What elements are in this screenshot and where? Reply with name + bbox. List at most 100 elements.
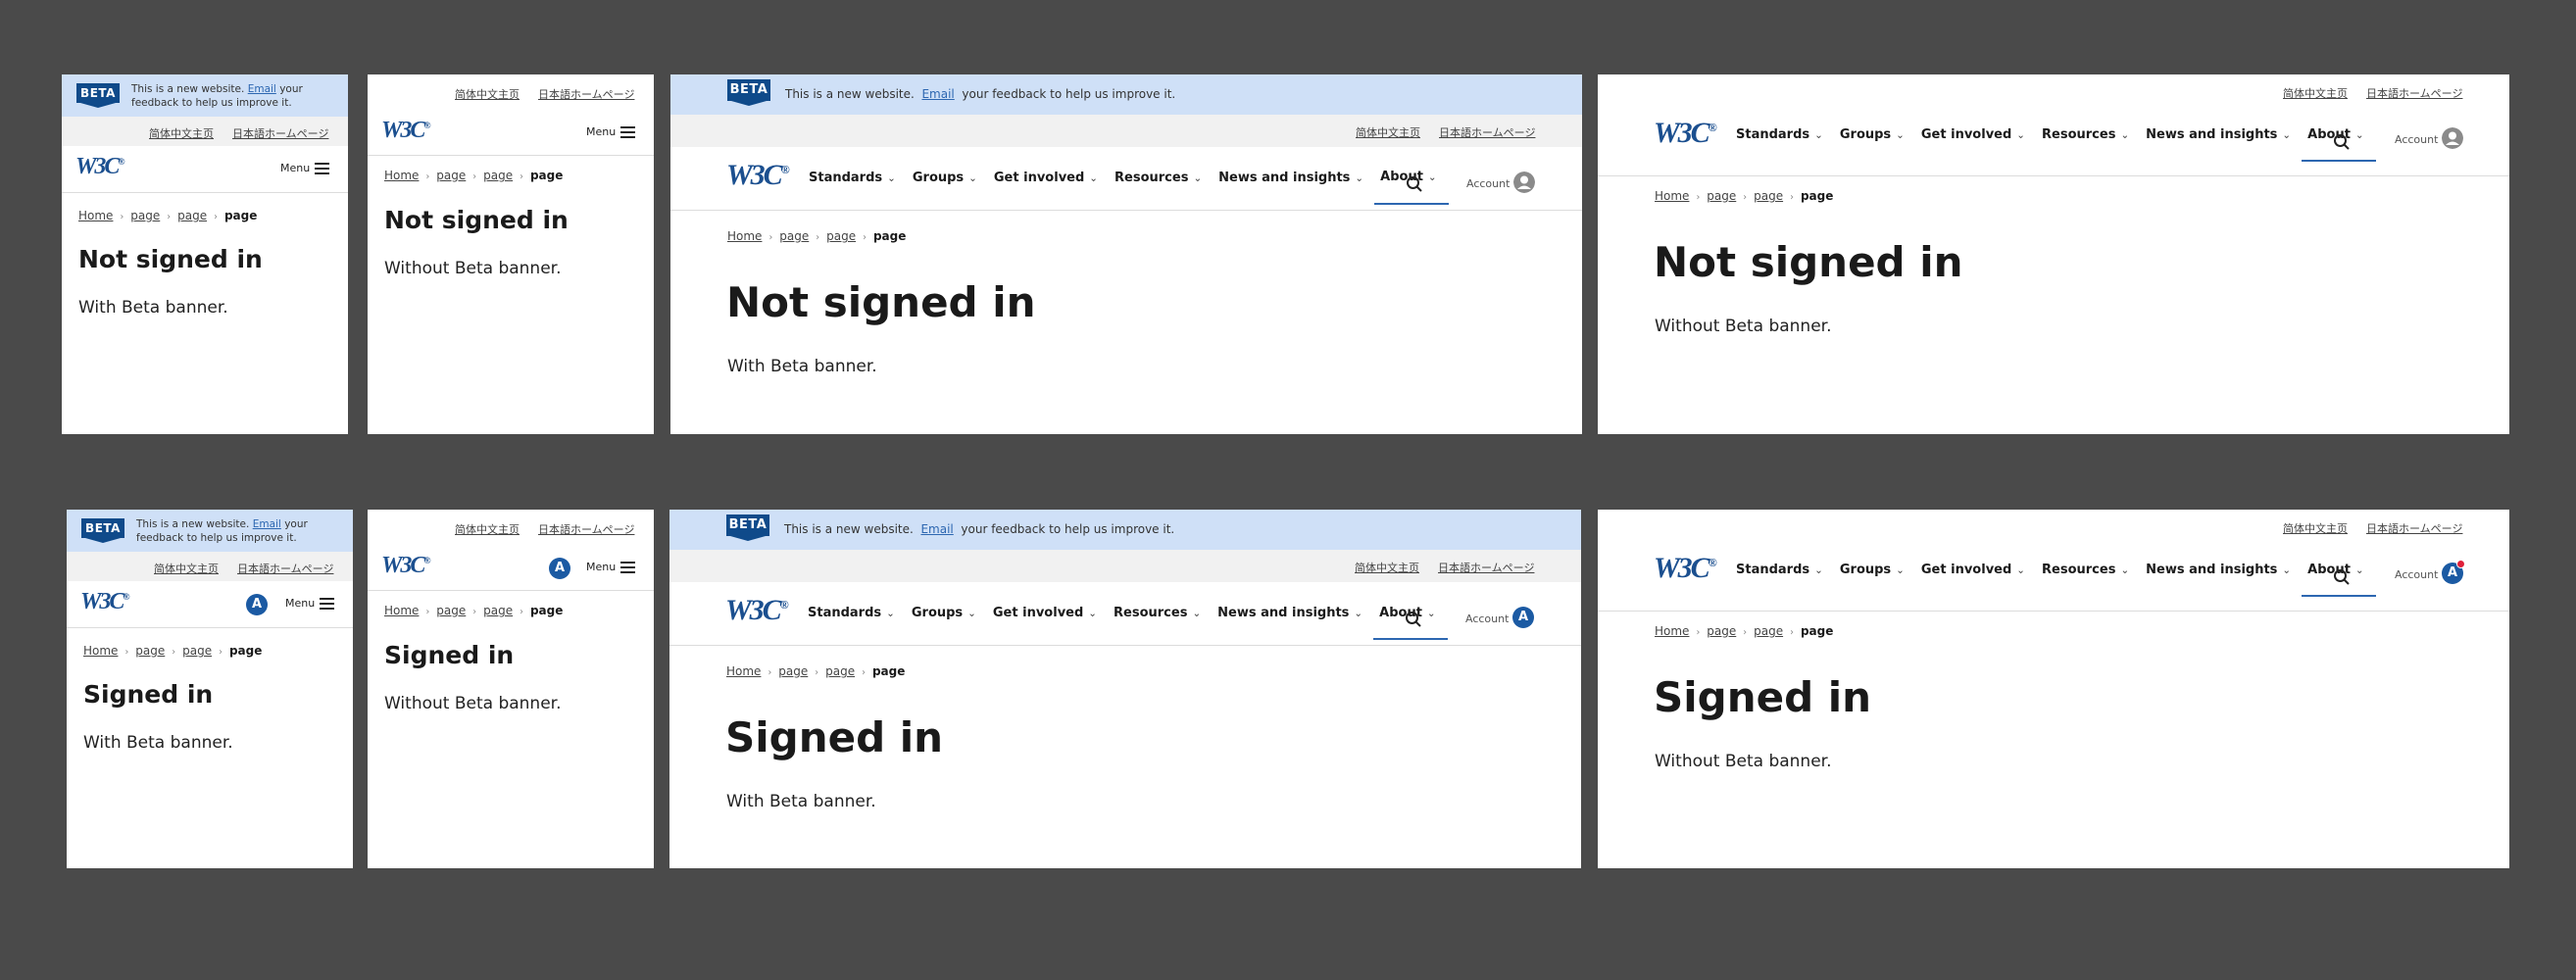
search-icon[interactable] xyxy=(2333,568,2351,586)
nav-get-involved[interactable]: Get involved ⌄ xyxy=(994,171,1098,185)
breadcrumb-page[interactable]: page xyxy=(1754,624,1783,638)
breadcrumb-home[interactable]: Home xyxy=(727,229,762,243)
nav-standards[interactable]: Standards ⌄ xyxy=(1736,127,1823,142)
lang-link-ja[interactable]: 日本語ホームページ xyxy=(2366,520,2462,536)
breadcrumb-page[interactable]: page xyxy=(1754,189,1783,203)
site-header: W3C® Standards ⌄ Groups ⌄ Get involved ⌄ Re… xyxy=(1598,542,2509,612)
nav-resources[interactable]: Resources ⌄ xyxy=(2042,563,2129,577)
avatar[interactable]: A xyxy=(1512,607,1534,628)
hamburger-icon[interactable] xyxy=(620,126,635,141)
breadcrumb-page[interactable]: page xyxy=(1707,189,1736,203)
breadcrumb: Home › page › page › page xyxy=(384,169,564,182)
breadcrumb-page[interactable]: page xyxy=(436,604,466,617)
nav-groups[interactable]: Groups ⌄ xyxy=(1840,563,1905,577)
nav-get-involved[interactable]: Get involved ⌄ xyxy=(1921,563,2025,577)
menu-label[interactable]: Menu xyxy=(285,597,315,610)
email-link[interactable]: Email xyxy=(921,87,954,101)
frame-desktop-no-beta-not-signed-in: 简体中文主页 日本語ホームページ W3C® Standards ⌄ Groups ⌄… xyxy=(1598,74,2509,434)
nav-get-involved[interactable]: Get involved ⌄ xyxy=(993,606,1097,620)
nav-news-and-insights[interactable]: News and insights ⌄ xyxy=(2146,563,2291,577)
account-label[interactable]: Account xyxy=(2395,568,2438,581)
breadcrumb-home[interactable]: Home xyxy=(78,209,113,222)
lang-link-zh[interactable]: 简体中文主页 xyxy=(455,86,520,102)
lang-link-zh[interactable]: 简体中文主页 xyxy=(2283,520,2348,536)
account-label[interactable]: Account xyxy=(1466,177,1510,190)
email-link[interactable]: Email xyxy=(248,83,276,95)
breadcrumb-page[interactable]: page xyxy=(135,644,165,658)
lang-link-ja[interactable]: 日本語ホームページ xyxy=(232,125,328,141)
nav-standards[interactable]: Standards ⌄ xyxy=(809,171,896,185)
nav-standards[interactable]: Standards ⌄ xyxy=(1736,563,1823,577)
hamburger-icon[interactable] xyxy=(320,598,334,612)
breadcrumb-home[interactable]: Home xyxy=(726,664,761,678)
breadcrumb-page[interactable]: page xyxy=(182,644,212,658)
menu-label[interactable]: Menu xyxy=(586,561,616,573)
lang-link-ja[interactable]: 日本語ホームページ xyxy=(1438,560,1534,575)
breadcrumb-page[interactable]: page xyxy=(177,209,207,222)
breadcrumb-page[interactable]: page xyxy=(826,229,856,243)
nav-news-and-insights[interactable]: News and insights ⌄ xyxy=(1217,606,1362,620)
nav-news-and-insights[interactable]: News and insights ⌄ xyxy=(1218,171,1363,185)
email-link[interactable]: Email xyxy=(253,518,281,530)
breadcrumb-home[interactable]: Home xyxy=(384,169,419,182)
site-header: W3C® Menu xyxy=(62,146,348,193)
breadcrumb-page[interactable]: page xyxy=(130,209,160,222)
lang-link-ja[interactable]: 日本語ホームページ xyxy=(2366,85,2462,101)
nav-resources[interactable]: Resources ⌄ xyxy=(2042,127,2129,142)
avatar[interactable]: A xyxy=(246,594,268,615)
account-label[interactable]: Account xyxy=(1465,612,1509,625)
nav-resources[interactable]: Resources ⌄ xyxy=(1114,606,1201,620)
lang-link-ja[interactable]: 日本語ホームページ xyxy=(538,521,634,537)
nav-news-and-insights[interactable]: News and insights ⌄ xyxy=(2146,127,2291,142)
lang-link-zh[interactable]: 简体中文主页 xyxy=(2283,85,2348,101)
search-icon[interactable] xyxy=(2333,133,2351,151)
breadcrumb-page[interactable]: page xyxy=(778,664,808,678)
nav-standards[interactable]: Standards ⌄ xyxy=(808,606,895,620)
nav-groups[interactable]: Groups ⌄ xyxy=(913,171,977,185)
breadcrumb-current: page xyxy=(529,604,564,617)
breadcrumb-home[interactable]: Home xyxy=(83,644,118,658)
nav-groups[interactable]: Groups ⌄ xyxy=(912,606,976,620)
lang-link-zh[interactable]: 简体中文主页 xyxy=(1355,560,1419,575)
avatar[interactable]: A xyxy=(549,558,570,579)
search-icon[interactable] xyxy=(1405,611,1422,628)
w3c-logo[interactable]: W3C® xyxy=(725,594,789,627)
lang-link-zh[interactable]: 简体中文主页 xyxy=(149,125,214,141)
lang-link-zh[interactable]: 简体中文主页 xyxy=(1356,124,1420,140)
breadcrumb-page[interactable]: page xyxy=(1707,624,1736,638)
w3c-logo[interactable]: W3C® xyxy=(1654,117,1717,150)
lang-link-ja[interactable]: 日本語ホームページ xyxy=(1439,124,1535,140)
w3c-logo[interactable]: W3C® xyxy=(1654,552,1717,585)
lang-link-ja[interactable]: 日本語ホームページ xyxy=(538,86,634,102)
search-icon[interactable] xyxy=(1406,175,1423,193)
breadcrumb-home[interactable]: Home xyxy=(1655,189,1689,203)
nav-get-involved[interactable]: Get involved ⌄ xyxy=(1921,127,2025,142)
menu-label[interactable]: Menu xyxy=(586,125,616,138)
w3c-logo[interactable]: W3C® xyxy=(75,154,125,180)
w3c-logo[interactable]: W3C® xyxy=(381,553,431,579)
w3c-logo[interactable]: W3C® xyxy=(381,118,431,144)
hamburger-icon[interactable] xyxy=(620,562,635,576)
user-icon[interactable] xyxy=(2442,127,2463,149)
lang-link-zh[interactable]: 简体中文主页 xyxy=(455,521,520,537)
user-icon[interactable] xyxy=(1513,172,1535,193)
breadcrumb-page[interactable]: page xyxy=(825,664,855,678)
lang-link-zh[interactable]: 简体中文主页 xyxy=(154,561,219,576)
breadcrumb-page[interactable]: page xyxy=(779,229,809,243)
breadcrumb-page[interactable]: page xyxy=(483,604,513,617)
hamburger-icon[interactable] xyxy=(315,163,329,177)
breadcrumb-page[interactable]: page xyxy=(483,169,513,182)
breadcrumb-home[interactable]: Home xyxy=(384,604,419,617)
w3c-logo[interactable]: W3C® xyxy=(80,589,130,615)
email-link[interactable]: Email xyxy=(920,522,953,536)
account-label[interactable]: Account xyxy=(2395,133,2438,146)
beta-text: This is a new website. Email your feedba… xyxy=(784,522,1175,536)
breadcrumb-page[interactable]: page xyxy=(436,169,466,182)
breadcrumb-home[interactable]: Home xyxy=(1655,624,1689,638)
chevron-down-icon: ⌄ xyxy=(2354,129,2364,141)
nav-groups[interactable]: Groups ⌄ xyxy=(1840,127,1905,142)
menu-label[interactable]: Menu xyxy=(280,162,310,174)
w3c-logo[interactable]: W3C® xyxy=(726,159,790,192)
lang-link-ja[interactable]: 日本語ホームページ xyxy=(237,561,333,576)
nav-resources[interactable]: Resources ⌄ xyxy=(1115,171,1202,185)
